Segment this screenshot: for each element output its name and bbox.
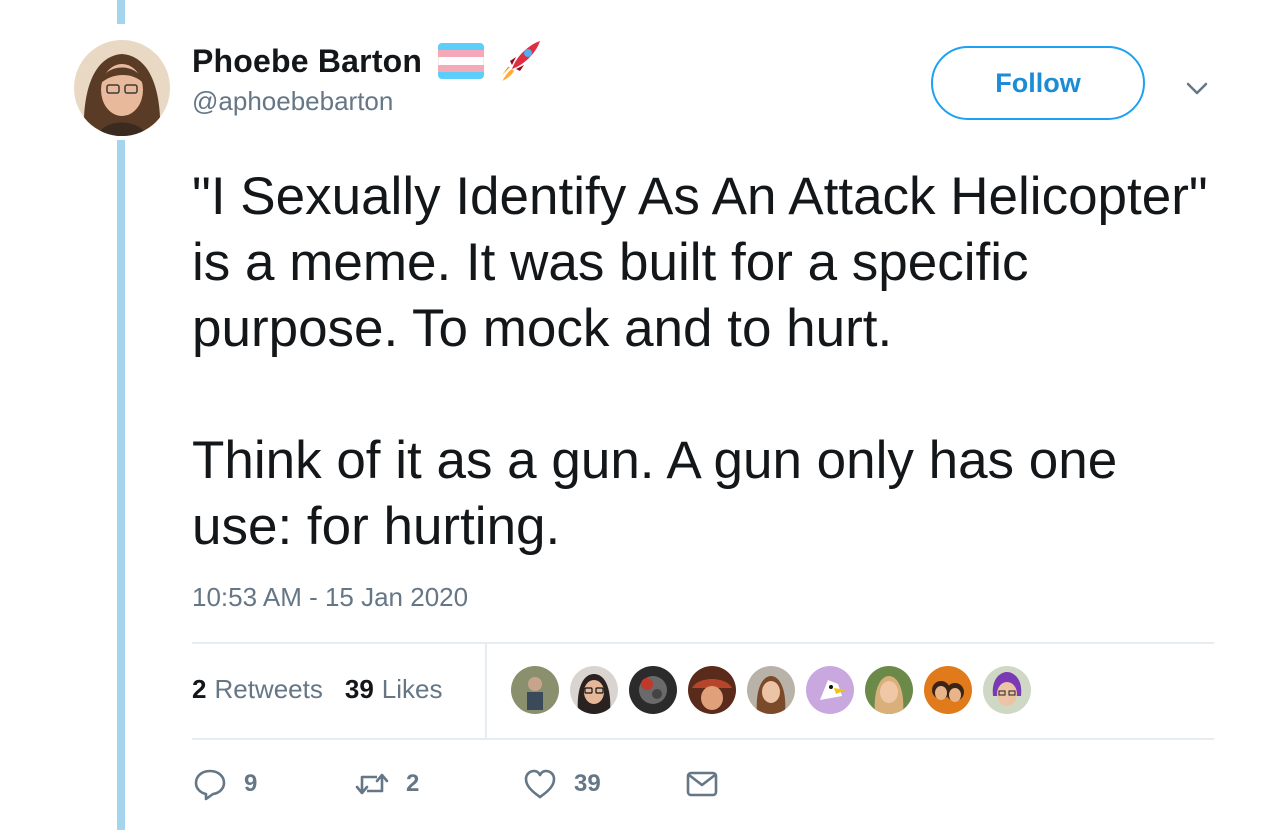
like-action[interactable]: 39 (522, 764, 601, 804)
envelope-icon (686, 771, 718, 797)
retweets-count: 2 (192, 674, 207, 704)
author-name[interactable]: Phoebe Barton (192, 43, 422, 80)
rocket-icon (502, 41, 541, 81)
likes-count: 39 (344, 674, 374, 704)
thread-line-top (117, 0, 125, 24)
reply-icon (194, 769, 226, 801)
liker-avatar[interactable] (570, 666, 618, 714)
chevron-down-icon[interactable] (1183, 74, 1211, 102)
liker-avatar[interactable] (924, 666, 972, 714)
author-handle[interactable]: @aphoebebarton (192, 86, 544, 117)
liker-avatar[interactable] (865, 666, 913, 714)
liker-avatar[interactable] (629, 666, 677, 714)
liker-avatar[interactable] (511, 666, 559, 714)
divider-top (192, 642, 1214, 644)
liker-avatar[interactable] (806, 666, 854, 714)
divider-bottom (192, 738, 1214, 740)
heart-icon (524, 769, 556, 799)
stats-divider (485, 644, 487, 738)
tweet-timestamp[interactable]: 10:53 AM - 15 Jan 2020 (192, 582, 468, 613)
retweet-count: 2 (406, 770, 420, 797)
thread-line-bottom (117, 140, 125, 830)
author-name-row: Phoebe Barton (192, 38, 544, 84)
liker-avatar[interactable] (747, 666, 795, 714)
tweet-header: Phoebe Barton @aphoebebarton (192, 38, 544, 117)
liker-avatar[interactable] (983, 666, 1031, 714)
tweet-text: "I Sexually Identify As An Attack Helico… (192, 167, 1208, 556)
author-avatar[interactable] (74, 40, 170, 136)
tweet-stats: 2 Retweets 39 Likes (192, 674, 442, 705)
retweet-action[interactable]: 2 (354, 764, 419, 804)
liker-avatar[interactable] (688, 666, 736, 714)
like-count: 39 (574, 770, 601, 797)
reply-count: 9 (244, 770, 258, 797)
transgender-flag-icon (438, 43, 485, 79)
likes-stat[interactable]: 39 Likes (345, 674, 443, 705)
liked-by-avatars (511, 666, 1031, 714)
reply-action[interactable]: 9 (192, 764, 257, 804)
follow-button[interactable]: Follow (931, 46, 1145, 120)
retweets-label: Retweets (214, 674, 323, 704)
likes-label: Likes (381, 674, 443, 704)
retweets-stat[interactable]: 2 Retweets (192, 674, 323, 705)
direct-message-action[interactable] (684, 764, 720, 804)
retweet-icon (355, 773, 389, 795)
